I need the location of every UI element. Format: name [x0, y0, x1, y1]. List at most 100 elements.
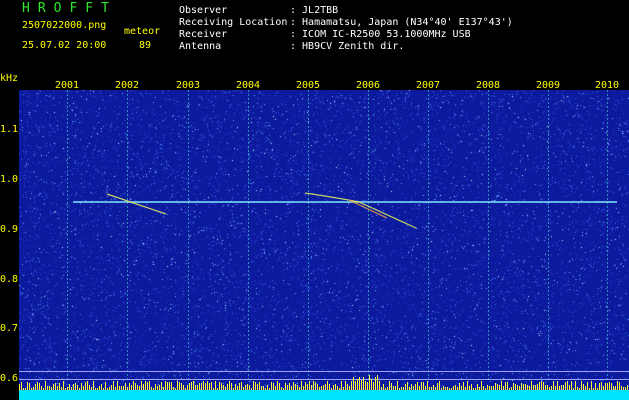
- level-peak: [229, 381, 230, 390]
- level-peak: [169, 382, 170, 390]
- level-peak: [29, 383, 30, 390]
- level-peak: [565, 382, 566, 390]
- level-peak: [389, 381, 390, 390]
- level-peak: [79, 388, 80, 390]
- level-peak: [481, 381, 482, 390]
- level-peak: [613, 386, 614, 390]
- level-peak: [149, 381, 150, 390]
- level-peak: [107, 388, 108, 390]
- level-peak: [439, 381, 440, 390]
- level-peak: [495, 383, 496, 390]
- level-peak: [587, 382, 588, 390]
- level-peak: [141, 381, 142, 390]
- level-peak: [469, 386, 470, 390]
- level-peak: [385, 388, 386, 390]
- level-peak: [339, 388, 340, 390]
- level-peak: [125, 383, 126, 390]
- level-peak: [311, 385, 312, 390]
- level-peak: [219, 382, 220, 390]
- level-peak: [325, 384, 326, 390]
- level-peak: [131, 385, 132, 390]
- file-name: 2507022000.png: [22, 20, 107, 31]
- level-peak: [407, 382, 408, 390]
- level-peak: [269, 388, 270, 390]
- level-peak: [93, 381, 94, 390]
- level-peak: [101, 384, 102, 390]
- level-peak: [477, 384, 478, 390]
- level-peak: [287, 385, 288, 390]
- level-peak: [399, 388, 400, 390]
- level-peak: [599, 383, 600, 390]
- level-peak: [59, 383, 60, 390]
- meteor-trail-2: [304, 192, 417, 229]
- level-peak: [503, 386, 504, 390]
- level-peak: [309, 381, 310, 390]
- level-peak: [41, 386, 42, 390]
- level-peak: [353, 377, 354, 390]
- level-peak: [443, 386, 444, 390]
- level-peak: [317, 384, 318, 390]
- level-peak: [77, 385, 78, 390]
- level-peak: [87, 381, 88, 390]
- level-peak: [47, 386, 48, 390]
- level-peak: [475, 388, 476, 390]
- level-meter-base: [19, 390, 629, 400]
- level-peak: [235, 384, 236, 390]
- level-peak: [467, 381, 468, 390]
- level-peak: [277, 381, 278, 390]
- level-peak: [201, 383, 202, 390]
- level-peak: [521, 383, 522, 390]
- level-peak: [75, 383, 76, 390]
- level-peak: [401, 387, 402, 390]
- level-peak: [579, 388, 580, 390]
- level-peak: [73, 384, 74, 390]
- level-peak: [253, 381, 254, 390]
- info-label-observer: Observer: [179, 5, 228, 16]
- level-peak: [105, 382, 106, 390]
- info-label-location: Receiving Location: [179, 17, 288, 28]
- level-peak: [299, 387, 300, 390]
- level-peak: [373, 382, 374, 390]
- level-peak: [361, 380, 362, 390]
- info-label-antenna: Antenna: [179, 41, 222, 52]
- level-peak: [275, 386, 276, 390]
- level-peak: [21, 382, 22, 390]
- level-peak: [85, 382, 86, 390]
- level-peak: [589, 388, 590, 390]
- level-peak: [227, 384, 228, 390]
- level-peak: [261, 386, 262, 390]
- app-logo: HROFFT: [22, 1, 117, 16]
- level-peak: [111, 385, 112, 390]
- level-peak: [595, 383, 596, 390]
- level-peak: [363, 377, 364, 390]
- level-peak: [61, 387, 62, 390]
- level-peak: [487, 385, 488, 390]
- level-peak: [35, 384, 36, 390]
- level-peak: [127, 387, 128, 390]
- level-peak: [259, 382, 260, 390]
- level-peak: [171, 382, 172, 390]
- level-peak: [245, 385, 246, 390]
- level-peak: [143, 384, 144, 390]
- level-peak: [447, 387, 448, 390]
- level-peak: [203, 381, 204, 390]
- level-peak: [157, 386, 158, 390]
- level-peak: [379, 381, 380, 390]
- level-peak: [179, 382, 180, 390]
- level-peak: [529, 386, 530, 390]
- level-peak: [465, 387, 466, 390]
- level-peak: [627, 385, 628, 390]
- level-peak: [409, 387, 410, 390]
- level-peak: [351, 381, 352, 390]
- info-value-observer: : JL2TBB: [290, 5, 339, 16]
- y-tick-1-0: 1.0: [0, 174, 19, 185]
- level-peak: [547, 385, 548, 390]
- level-peak: [323, 385, 324, 390]
- level-peak: [215, 381, 216, 390]
- level-peak: [387, 387, 388, 390]
- y-tick-0-7: 0.7: [0, 323, 19, 334]
- level-peak: [233, 388, 234, 390]
- level-peak: [345, 381, 346, 390]
- level-peak: [455, 385, 456, 390]
- level-peak: [453, 386, 454, 390]
